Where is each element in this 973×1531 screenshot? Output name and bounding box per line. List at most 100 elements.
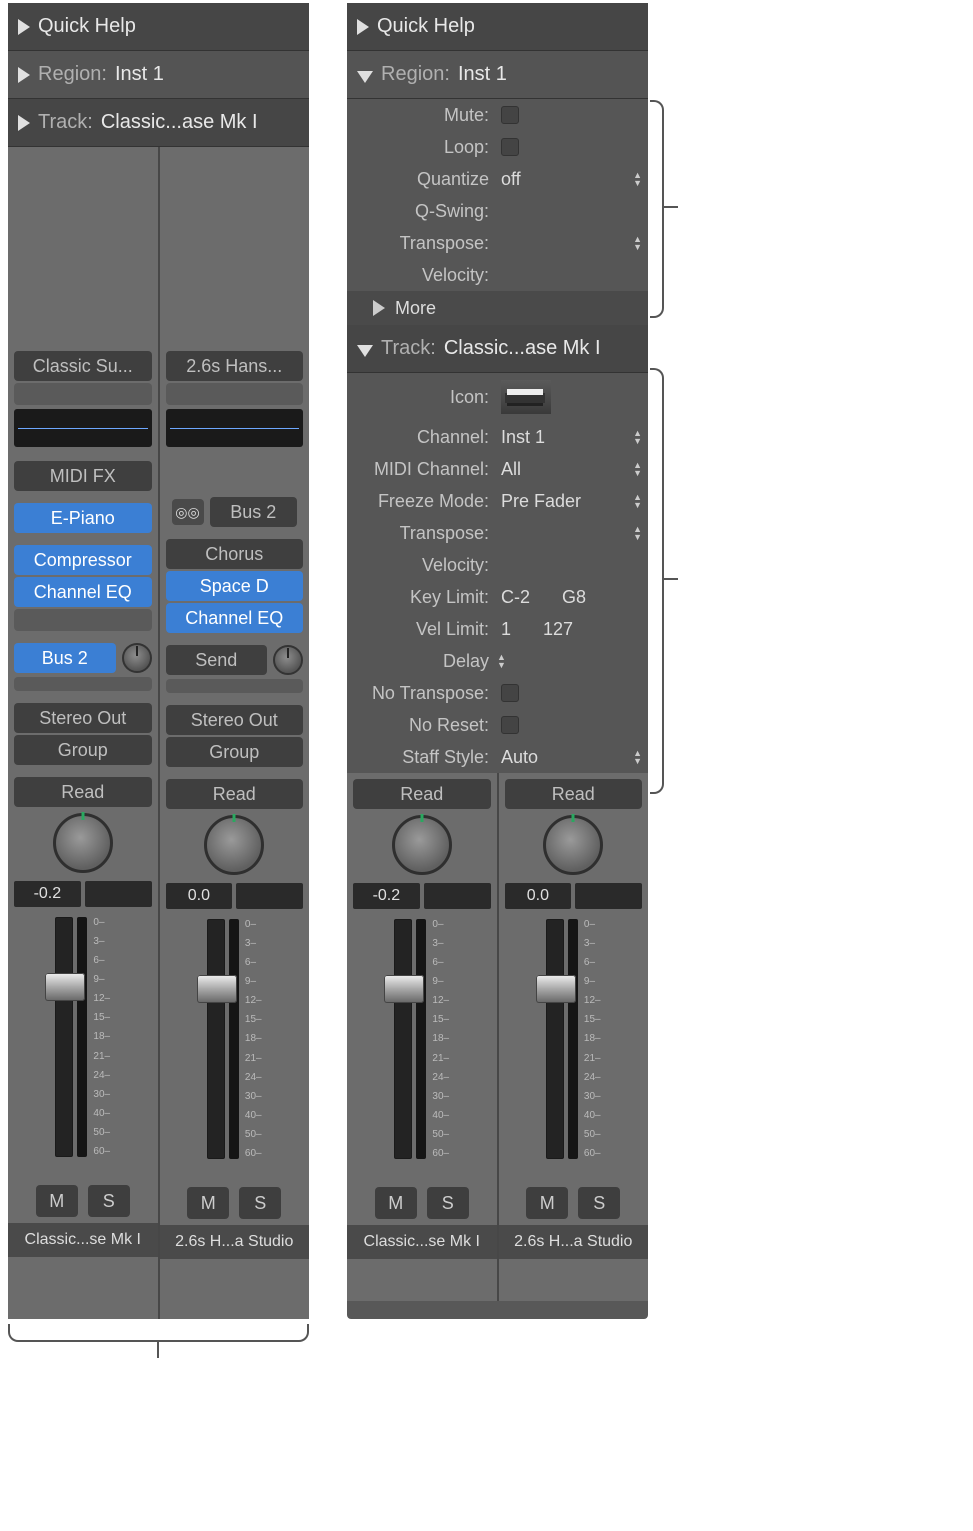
chevron-updown-icon[interactable] bbox=[633, 493, 642, 509]
fader[interactable] bbox=[55, 917, 73, 1157]
chevron-updown-icon[interactable] bbox=[633, 461, 642, 477]
triangle-down-icon bbox=[357, 345, 373, 357]
chevron-updown-icon[interactable] bbox=[633, 429, 642, 445]
loop-checkbox[interactable] bbox=[501, 138, 519, 156]
callout-bracket bbox=[650, 368, 664, 794]
channel-value[interactable]: Inst 1 bbox=[501, 427, 545, 448]
solo-button[interactable]: S bbox=[88, 1185, 130, 1217]
mute-button[interactable]: M bbox=[526, 1187, 568, 1219]
automation-mode[interactable]: Read bbox=[14, 777, 152, 807]
stereo-icon: ◎◎ bbox=[172, 499, 204, 525]
fader[interactable] bbox=[546, 919, 564, 1159]
input-slot[interactable]: Bus 2 bbox=[210, 497, 298, 527]
chevron-updown-icon[interactable] bbox=[497, 653, 506, 669]
mute-button[interactable]: M bbox=[187, 1187, 229, 1219]
more-label: More bbox=[395, 298, 436, 319]
pan-knob[interactable] bbox=[543, 815, 603, 875]
velocity-label: Velocity: bbox=[347, 555, 495, 576]
key-high[interactable]: G8 bbox=[562, 587, 586, 608]
mute-button[interactable]: M bbox=[36, 1185, 78, 1217]
strip-name[interactable]: 2.6s H...a Studio bbox=[499, 1225, 649, 1259]
chevron-updown-icon[interactable] bbox=[633, 235, 642, 251]
solo-button[interactable]: S bbox=[239, 1187, 281, 1219]
setting-slot[interactable]: Classic Su... bbox=[14, 351, 152, 381]
empty-slot[interactable] bbox=[14, 677, 152, 691]
empty-slot[interactable] bbox=[166, 679, 304, 693]
solo-button[interactable]: S bbox=[578, 1187, 620, 1219]
level-readout[interactable]: 0.0 bbox=[166, 883, 233, 909]
fader[interactable] bbox=[394, 919, 412, 1159]
more-row[interactable]: More bbox=[347, 291, 648, 325]
level-readout[interactable]: -0.2 bbox=[14, 881, 81, 907]
insert-slot[interactable]: Space D bbox=[166, 571, 304, 601]
mute-button[interactable]: M bbox=[375, 1187, 417, 1219]
peak-readout[interactable] bbox=[85, 881, 152, 907]
strip-name[interactable]: Classic...se Mk I bbox=[8, 1223, 158, 1257]
group-slot[interactable]: Group bbox=[14, 735, 152, 765]
triangle-right-icon bbox=[18, 19, 30, 35]
automation-mode[interactable]: Read bbox=[353, 779, 491, 809]
strip-name[interactable]: Classic...se Mk I bbox=[347, 1225, 497, 1259]
send-slot[interactable]: Send bbox=[166, 645, 268, 675]
insert-slot[interactable]: Channel EQ bbox=[166, 603, 304, 633]
track-value: Classic...ase Mk I bbox=[444, 337, 601, 360]
solo-button[interactable]: S bbox=[427, 1187, 469, 1219]
callout-stub bbox=[157, 1342, 159, 1358]
staff-style-label: Staff Style: bbox=[347, 747, 495, 768]
peak-readout[interactable] bbox=[575, 883, 642, 909]
midi-channel-value[interactable]: All bbox=[501, 459, 521, 480]
insert-slot[interactable]: Channel EQ bbox=[14, 577, 152, 607]
eq-thumbnail[interactable] bbox=[166, 409, 304, 447]
send-knob[interactable] bbox=[273, 645, 303, 675]
pan-knob[interactable] bbox=[53, 813, 113, 873]
empty-slot[interactable] bbox=[14, 609, 152, 631]
vel-low[interactable]: 1 bbox=[501, 619, 511, 640]
setting-slot[interactable]: 2.6s Hans... bbox=[166, 351, 304, 381]
staff-style-value[interactable]: Auto bbox=[501, 747, 538, 768]
peak-readout[interactable] bbox=[424, 883, 491, 909]
region-value: Inst 1 bbox=[458, 63, 507, 86]
track-label: Track: bbox=[381, 337, 436, 360]
instrument-slot[interactable]: E-Piano bbox=[14, 503, 152, 533]
output-slot[interactable]: Stereo Out bbox=[14, 703, 152, 733]
fader[interactable] bbox=[207, 919, 225, 1159]
region-header[interactable]: Region: Inst 1 bbox=[8, 51, 309, 99]
region-header[interactable]: Region: Inst 1 bbox=[347, 51, 648, 99]
chevron-updown-icon[interactable] bbox=[633, 749, 642, 765]
callout-bracket bbox=[650, 100, 664, 318]
strip-name[interactable]: 2.6s H...a Studio bbox=[160, 1225, 310, 1259]
track-icon[interactable] bbox=[501, 380, 551, 414]
key-low[interactable]: C-2 bbox=[501, 587, 530, 608]
quick-help-header[interactable]: Quick Help bbox=[347, 3, 648, 51]
no-transpose-checkbox[interactable] bbox=[501, 684, 519, 702]
level-readout[interactable]: -0.2 bbox=[353, 883, 420, 909]
freeze-mode-value[interactable]: Pre Fader bbox=[501, 491, 581, 512]
automation-mode[interactable]: Read bbox=[166, 779, 304, 809]
midi-fx-slot[interactable]: MIDI FX bbox=[14, 461, 152, 491]
level-readout[interactable]: 0.0 bbox=[505, 883, 572, 909]
pan-knob[interactable] bbox=[204, 815, 264, 875]
chevron-updown-icon[interactable] bbox=[633, 525, 642, 541]
quantize-value[interactable]: off bbox=[501, 169, 521, 190]
vel-high[interactable]: 127 bbox=[543, 619, 573, 640]
peak-readout[interactable] bbox=[236, 883, 303, 909]
track-header[interactable]: Track: Classic...ase Mk I bbox=[347, 325, 648, 373]
empty-slot bbox=[14, 383, 152, 405]
insert-slot[interactable]: Chorus bbox=[166, 539, 304, 569]
chevron-updown-icon[interactable] bbox=[633, 171, 642, 187]
insert-slot[interactable]: Compressor bbox=[14, 545, 152, 575]
region-value: Inst 1 bbox=[115, 63, 164, 86]
pan-knob[interactable] bbox=[392, 815, 452, 875]
automation-mode[interactable]: Read bbox=[505, 779, 643, 809]
eq-thumbnail[interactable] bbox=[14, 409, 152, 447]
track-header[interactable]: Track: Classic...ase Mk I bbox=[8, 99, 309, 147]
no-reset-checkbox[interactable] bbox=[501, 716, 519, 734]
send-slot[interactable]: Bus 2 bbox=[14, 643, 116, 673]
output-slot[interactable]: Stereo Out bbox=[166, 705, 304, 735]
group-slot[interactable]: Group bbox=[166, 737, 304, 767]
send-knob[interactable] bbox=[122, 643, 152, 673]
track-params: Icon: Channel:Inst 1 MIDI Channel:All Fr… bbox=[347, 373, 648, 773]
inspector-panel-collapsed: Quick Help Region: Inst 1 Track: Classic… bbox=[8, 3, 309, 1319]
mute-checkbox[interactable] bbox=[501, 106, 519, 124]
quick-help-header[interactable]: Quick Help bbox=[8, 3, 309, 51]
